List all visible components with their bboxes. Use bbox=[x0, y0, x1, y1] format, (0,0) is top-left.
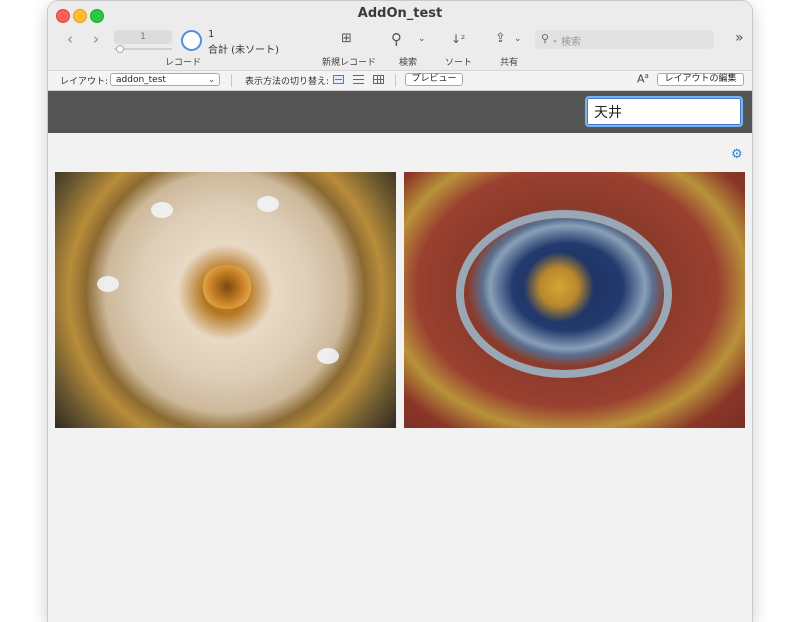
layout-header: 天井 bbox=[48, 91, 752, 133]
record-label: レコード bbox=[165, 58, 202, 68]
toolbar-overflow-icon[interactable]: » bbox=[735, 30, 744, 46]
quick-find-search[interactable]: ⚲ ⌄ 検索 bbox=[535, 30, 714, 49]
chevron-down-icon: ⌄ bbox=[208, 75, 215, 84]
record-number-field[interactable]: 1 bbox=[114, 30, 172, 44]
table-view-icon[interactable] bbox=[373, 75, 384, 84]
dome-window-highlight bbox=[257, 196, 279, 212]
title-field-value: 天井 bbox=[594, 105, 622, 121]
find-dropdown-icon[interactable]: ⌄ bbox=[418, 34, 426, 44]
divider bbox=[395, 74, 396, 87]
view-switch-label: 表示方法の切り替え: bbox=[245, 77, 330, 87]
sort-label: ソート bbox=[445, 58, 473, 68]
dome-center-rosette bbox=[201, 265, 253, 309]
layout-select[interactable]: addon_test ⌄ bbox=[110, 73, 220, 86]
find-icon[interactable]: ⚲ bbox=[391, 30, 402, 48]
ornamental-ceiling-image[interactable] bbox=[404, 172, 745, 428]
divider bbox=[231, 74, 232, 87]
dome-window-highlight bbox=[97, 276, 119, 292]
search-placeholder: 検索 bbox=[561, 37, 581, 48]
total-unsorted: 合計 (未ソート) bbox=[208, 45, 279, 56]
ceiling-gold-motif bbox=[514, 242, 604, 332]
text-format-icon[interactable]: Aa bbox=[637, 72, 649, 86]
form-view-icon[interactable] bbox=[333, 75, 344, 84]
search-options-icon[interactable]: ⌄ bbox=[552, 36, 558, 44]
dome-ceiling-image[interactable] bbox=[55, 172, 396, 428]
title-field[interactable]: 天井 bbox=[585, 96, 743, 127]
dome-window-highlight bbox=[317, 348, 339, 364]
edit-layout-button[interactable]: レイアウトの編集 bbox=[657, 73, 744, 86]
record-pie-icon bbox=[181, 30, 202, 51]
share-label: 共有 bbox=[500, 58, 519, 68]
search-icon: ⚲ bbox=[541, 32, 550, 45]
layout-label: レイアウト: bbox=[60, 77, 109, 87]
found-count: 1 bbox=[208, 29, 215, 40]
next-record-icon[interactable]: › bbox=[93, 30, 99, 48]
title-toolbar: AddOn_test ‹ › 1 レコード 1 合計 (未ソート) ⊞ 新規レコ… bbox=[48, 1, 752, 71]
new-record-icon[interactable]: ⊞ bbox=[341, 31, 352, 46]
share-dropdown-icon[interactable]: ⌄ bbox=[514, 34, 522, 44]
new-record-label: 新規レコード bbox=[322, 58, 377, 68]
dome-window-highlight bbox=[151, 202, 173, 218]
window-title: AddOn_test bbox=[357, 6, 443, 21]
gear-icon[interactable]: ⚙ bbox=[731, 147, 743, 162]
record-slider-knob[interactable] bbox=[116, 45, 124, 53]
layout-bar: レイアウト: addon_test ⌄ 表示方法の切り替え: プレビュー Aa … bbox=[48, 71, 752, 91]
share-icon[interactable]: ⇪ bbox=[495, 31, 506, 46]
previous-record-icon[interactable]: ‹ bbox=[67, 30, 73, 48]
find-label: 検索 bbox=[399, 58, 418, 68]
app-window: AddOn_test ‹ › 1 レコード 1 合計 (未ソート) ⊞ 新規レコ… bbox=[48, 1, 752, 622]
list-view-icon[interactable] bbox=[353, 75, 364, 84]
preview-button[interactable]: プレビュー bbox=[405, 73, 463, 86]
sort-icon[interactable]: ↓ᶻ bbox=[451, 32, 465, 46]
layout-select-value: addon_test bbox=[116, 75, 166, 85]
